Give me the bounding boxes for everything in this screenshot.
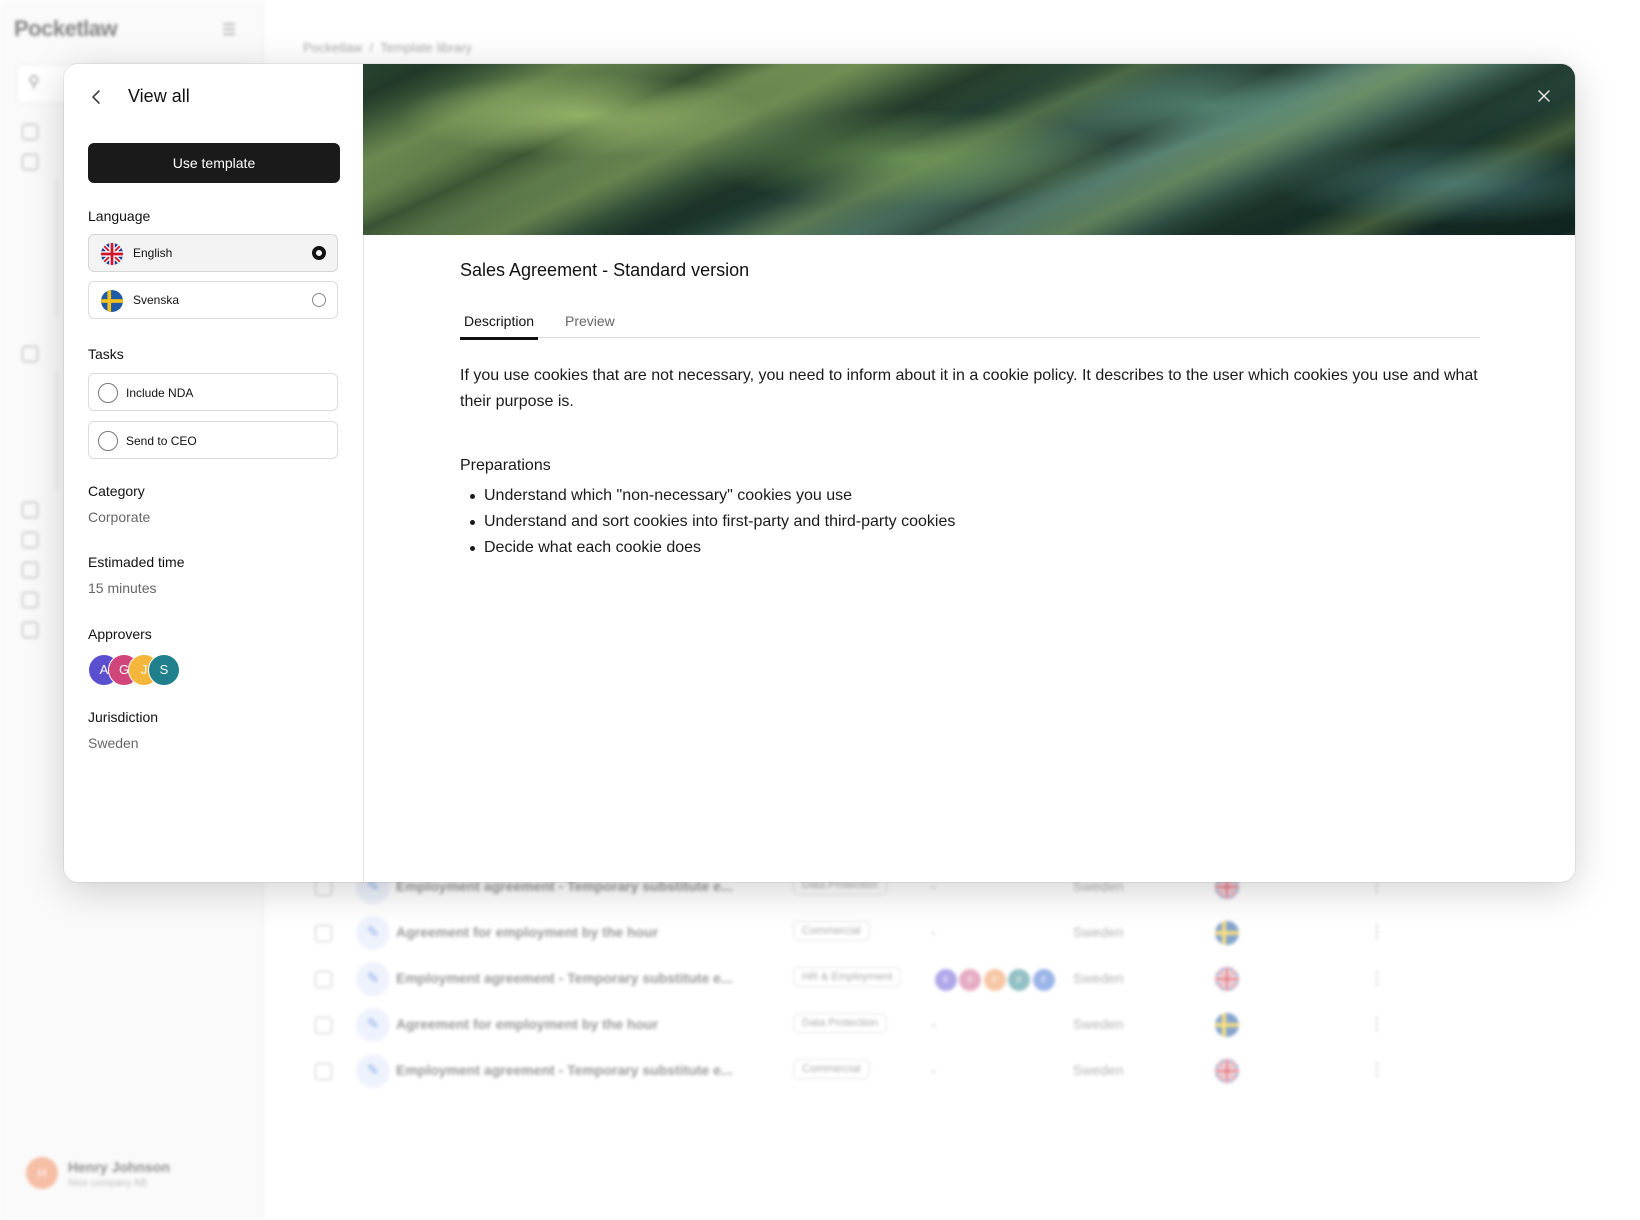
row-approvers: - <box>931 1016 936 1032</box>
list-item: Understand and sort cookies into first-p… <box>469 509 955 535</box>
table-row[interactable]: ✎ Employment agreement - Temporary subst… <box>303 956 1385 1002</box>
more-options-icon[interactable]: ⋮ <box>1369 1014 1385 1034</box>
row-approvers: - <box>931 1062 936 1078</box>
row-checkbox[interactable] <box>315 971 332 988</box>
jurisdiction-label: Jurisdiction <box>88 709 159 725</box>
jurisdiction-value: Sweden <box>88 735 139 751</box>
table-row[interactable]: ✎ Agreement for employment by the hour C… <box>303 910 1385 956</box>
row-name: Agreement for employment by the hour <box>396 924 659 940</box>
template-modal: View all Use template Language English S… <box>64 64 1575 882</box>
preparations-list: Understand which "non-necessary" cookies… <box>460 483 955 561</box>
breadcrumb-item[interactable]: Pocketlaw <box>303 40 362 55</box>
avatar: F <box>1030 967 1057 993</box>
breadcrumb-item[interactable]: Template library <box>380 40 472 55</box>
estimated-time-value: 15 minutes <box>88 580 157 596</box>
app-logo: Pocketlaw <box>14 16 118 41</box>
view-all-title[interactable]: View all <box>128 86 190 107</box>
list-item: Understand which "non-necessary" cookies… <box>469 483 955 509</box>
user-company: Nice company AB <box>68 1178 147 1189</box>
edit-document-icon: ✎ <box>356 1054 390 1088</box>
user-name: Henry Johnson <box>68 1159 170 1175</box>
breadcrumb-separator: / <box>365 40 377 55</box>
radio-button[interactable] <box>312 293 326 307</box>
row-name: Employment agreement - Temporary substit… <box>396 1062 733 1078</box>
category-label: Category <box>88 483 145 499</box>
breadcrumb: Pocketlaw / Template library <box>303 40 472 55</box>
row-approver-avatars: F F F F F <box>933 967 1057 993</box>
preparations-title: Preparations <box>460 457 551 474</box>
category-badge: Commercial <box>793 1059 870 1079</box>
list-item: Decide what each cookie does <box>469 535 955 561</box>
language-option-svenska[interactable]: Svenska <box>88 281 338 319</box>
language-label: Language <box>88 208 151 224</box>
task-include-nda[interactable]: Include NDA <box>88 373 338 411</box>
row-name: Agreement for employment by the hour <box>396 1016 659 1032</box>
chevron-left-icon[interactable] <box>86 86 108 108</box>
avatar: H <box>26 1157 58 1189</box>
sweden-flag-icon <box>1215 1013 1239 1037</box>
template-details-panel: View all Use template Language English S… <box>64 64 364 882</box>
avatar: F <box>957 967 984 993</box>
more-options-icon[interactable]: ⋮ <box>1369 1060 1385 1080</box>
approvers-label: Approvers <box>88 626 152 642</box>
task-checkbox[interactable] <box>98 431 118 451</box>
category-badge: HR & Employment <box>793 967 902 987</box>
row-country: Sweden <box>1073 1016 1124 1032</box>
task-label: Send to CEO <box>126 434 197 448</box>
radio-button-selected[interactable] <box>312 246 326 260</box>
more-options-icon[interactable]: ⋮ <box>1369 968 1385 988</box>
sweden-flag-icon <box>1215 921 1239 945</box>
tab-bar: Description Preview <box>460 307 1480 340</box>
row-country: Sweden <box>1073 924 1124 940</box>
language-option-label: English <box>133 246 173 260</box>
tab-description[interactable]: Description <box>460 313 539 340</box>
row-checkbox[interactable] <box>315 1063 332 1080</box>
use-template-button[interactable]: Use template <box>88 143 340 183</box>
row-name: Employment agreement - Temporary substit… <box>396 970 733 986</box>
avatar[interactable]: S <box>148 654 180 686</box>
tab-preview[interactable]: Preview <box>561 313 619 337</box>
uk-flag-icon <box>101 243 123 265</box>
table-row[interactable]: ✎ Agreement for employment by the hour D… <box>303 1002 1385 1048</box>
more-options-icon[interactable]: ⋮ <box>1369 922 1385 942</box>
template-title: Sales Agreement - Standard version <box>460 260 750 280</box>
edit-document-icon: ✎ <box>356 916 390 950</box>
edit-document-icon: ✎ <box>356 1008 390 1042</box>
avatar: F <box>981 967 1008 993</box>
search-icon: ⚲ <box>28 74 40 91</box>
row-approvers: - <box>931 924 936 940</box>
table-row[interactable]: ✎ Employment agreement - Temporary subst… <box>303 1048 1385 1094</box>
avatar: F <box>1006 967 1033 993</box>
estimated-time-label: Estimaded time <box>88 554 185 570</box>
sidebar-subtree-line <box>56 370 57 490</box>
avatar: F <box>933 967 959 993</box>
row-country: Sweden <box>1073 1062 1124 1078</box>
language-option-english[interactable]: English <box>88 234 338 272</box>
category-badge: Data Protection <box>793 1013 887 1033</box>
tasks-label: Tasks <box>88 346 124 362</box>
uk-flag-icon <box>1215 1059 1239 1083</box>
sidebar-subtree-line <box>56 178 57 318</box>
uk-flag-icon <box>1215 967 1239 991</box>
close-icon[interactable] <box>1537 86 1551 108</box>
category-badge: Commercial <box>793 921 870 941</box>
template-description: If you use cookies that are not necessar… <box>460 367 1478 410</box>
sweden-flag-icon <box>101 290 123 312</box>
task-checkbox[interactable] <box>98 383 118 403</box>
row-checkbox[interactable] <box>315 925 332 942</box>
template-banner-image <box>363 64 1575 235</box>
row-country: Sweden <box>1073 970 1124 986</box>
task-send-to-ceo[interactable]: Send to CEO <box>88 421 338 459</box>
row-checkbox[interactable] <box>315 1017 332 1034</box>
menu-icon[interactable]: ☰ <box>222 20 236 40</box>
task-label: Include NDA <box>126 386 194 400</box>
category-value: Corporate <box>88 509 151 525</box>
language-option-label: Svenska <box>133 293 180 307</box>
edit-document-icon: ✎ <box>356 962 390 996</box>
